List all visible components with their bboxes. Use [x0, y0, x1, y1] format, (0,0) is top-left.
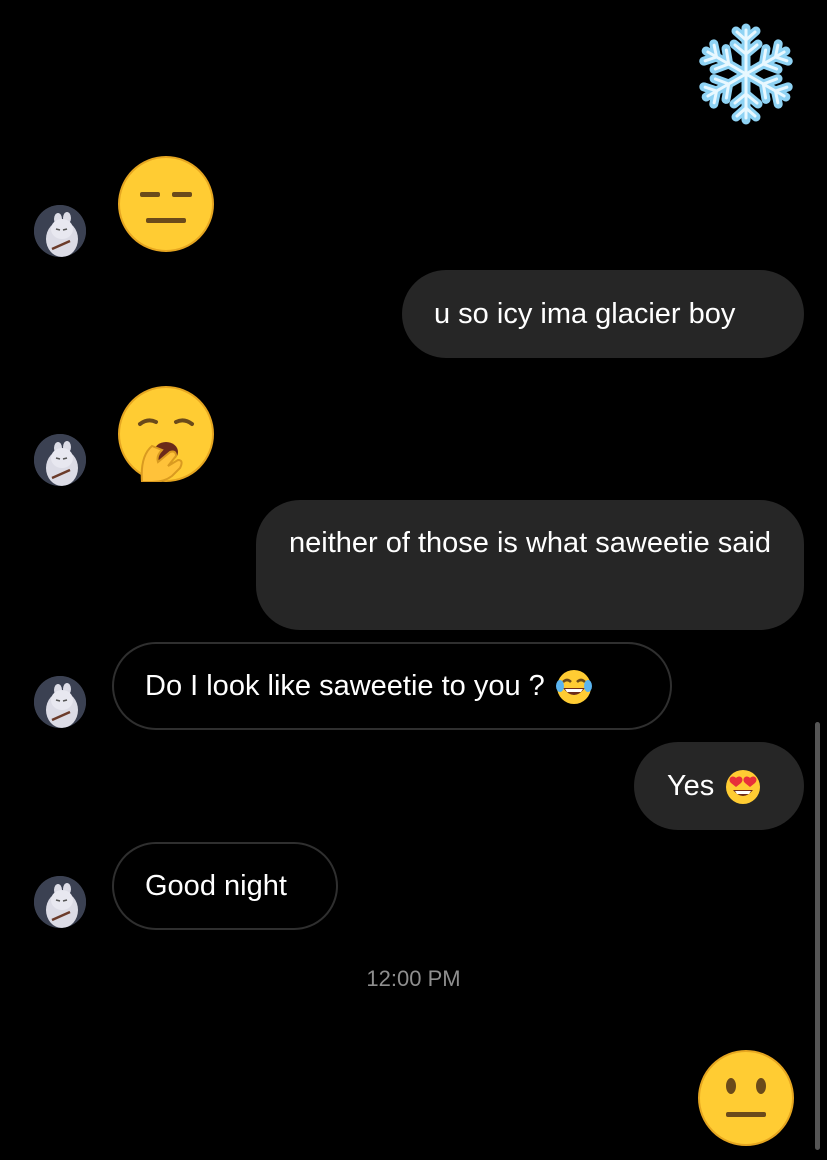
message-text: Do I look like saweetie to you ? — [145, 670, 545, 702]
message-text: Good night — [145, 870, 287, 902]
avatar[interactable] — [34, 676, 86, 728]
message-text: u so icy ima glacier boy — [434, 298, 736, 330]
avatar[interactable] — [34, 876, 86, 928]
snowflake-emoji[interactable] — [694, 22, 798, 126]
scrollbar[interactable] — [815, 722, 820, 1150]
avatar[interactable] — [34, 205, 86, 257]
neutral-face-emoji[interactable] — [698, 1050, 794, 1146]
incoming-message[interactable]: Do I look like saweetie to you ? — [112, 642, 672, 730]
outgoing-message[interactable]: Yes — [634, 742, 804, 830]
expressionless-face-emoji[interactable] — [118, 156, 214, 252]
outgoing-message[interactable]: u so icy ima glacier boy — [402, 270, 804, 358]
avatar[interactable] — [34, 434, 86, 486]
tears-of-joy-emoji — [555, 668, 593, 706]
heart-eyes-emoji — [724, 768, 762, 806]
message-text: neither of those is what saweetie said — [289, 527, 771, 559]
incoming-message[interactable]: Good night — [112, 842, 338, 930]
yawning-face-emoji[interactable] — [118, 386, 214, 482]
outgoing-message[interactable]: neither of those is what saweetie said — [256, 500, 804, 630]
message-timestamp: 12:00 PM — [366, 966, 461, 991]
message-text: Yes — [667, 770, 715, 802]
